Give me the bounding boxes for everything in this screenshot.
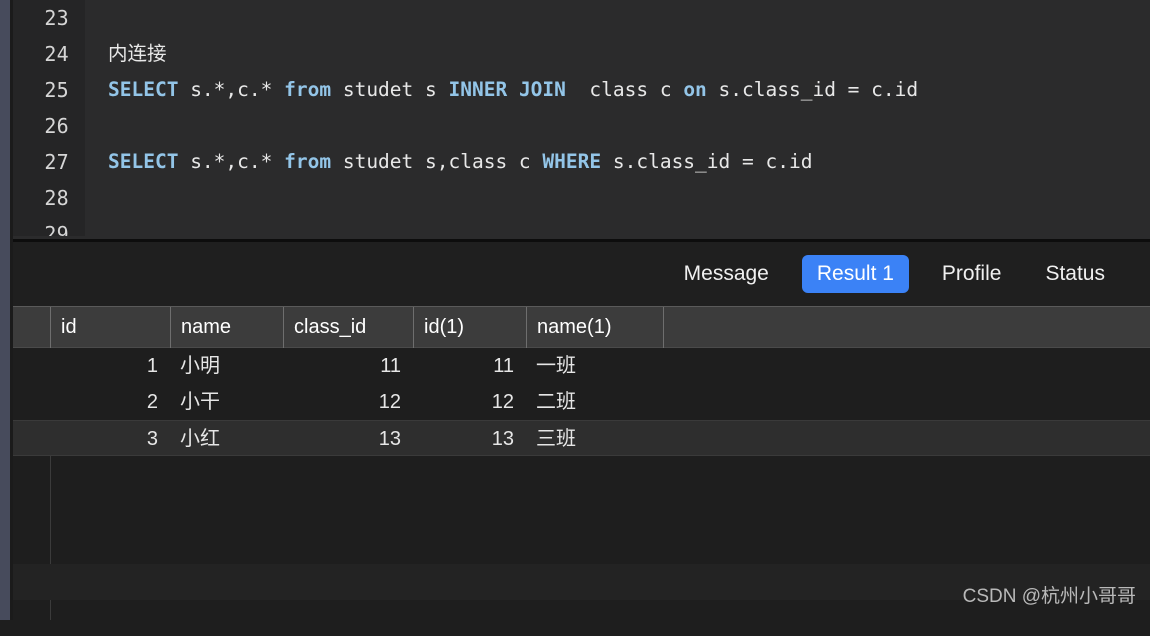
line-number: 25 [44,78,69,102]
result-grid[interactable]: id name class_id id(1) name(1) 1 小明 11 11 一班 2 小干 1… [13,306,1150,620]
code-line[interactable]: 25 SELECT s.*,c.* from studet s INNER JOI… [13,72,1150,108]
tab-result-1[interactable]: Result 1 [801,255,909,293]
table-cell[interactable]: 一班 [526,348,663,384]
table-cell[interactable]: 三班 [526,421,663,457]
code-line[interactable]: 27 SELECT s.*,c.* from studet s,class c W… [13,144,1150,180]
line-number: 23 [44,6,69,30]
table-row[interactable]: 3 小红 13 13 三班 [13,420,1150,456]
sql-keyword: WHERE [542,150,602,173]
editor-results-splitter[interactable] [10,239,1150,242]
sql-keyword: INNER JOIN [448,78,566,101]
csdn-watermark: CSDN @杭州小哥哥 [962,586,1136,607]
line-number: 24 [44,42,69,66]
column-header-class_id[interactable]: class_id [283,307,413,348]
code-lines-container: 23 24 内连接 25 SELECT s.*,c.* from studet s IN… [13,0,1150,240]
column-header-filler [663,307,1150,348]
code-line[interactable]: 28 [13,180,1150,216]
sql-text: studet s,class c [331,150,543,173]
results-panel: Message Result 1 Profile Status id name class… [13,242,1150,620]
table-cell[interactable]: 小干 [170,384,283,420]
row-number-cell[interactable] [13,384,50,420]
column-header-name1[interactable]: name(1) [526,307,663,348]
row-number-cell[interactable] [13,421,50,457]
column-header-name[interactable]: name [170,307,283,348]
sql-keyword: SELECT [108,150,179,173]
column-header-id[interactable]: id [50,307,170,348]
result-grid-header: id name class_id id(1) name(1) [13,306,1150,348]
code-line[interactable]: 26 [13,108,1150,144]
code-line[interactable]: 23 [13,0,1150,36]
code-line[interactable]: 24 内连接 [13,36,1150,72]
table-cell[interactable]: 12 [413,384,526,420]
table-cell[interactable]: 小红 [170,421,283,457]
code-text: SELECT s.*,c.* from studet s INNER JOIN … [108,72,918,108]
results-tab-bar: Message Result 1 Profile Status [13,242,1150,306]
table-cell[interactable]: 2 [50,384,170,420]
empty-row [13,528,1150,564]
sql-keyword: from [284,78,332,101]
result-grid-body[interactable]: 1 小明 11 11 一班 2 小干 12 12 二班 3 小红 13 13 三班 [13,348,1150,620]
window-left-scrollbar[interactable] [0,0,10,620]
row-number-cell[interactable] [13,348,50,384]
sql-text: s.class_id = c.id [601,150,813,173]
window-left-edge [10,0,13,620]
code-text: 内连接 [108,36,167,72]
table-row[interactable]: 2 小干 12 12 二班 [13,384,1150,420]
table-cell[interactable]: 11 [413,348,526,384]
sql-text: studet s [331,78,449,101]
sql-client-window: 23 24 内连接 25 SELECT s.*,c.* from studet s IN… [0,0,1150,620]
table-cell[interactable]: 13 [413,421,526,457]
sql-text: s.class_id = c.id [706,78,919,101]
table-row[interactable]: 1 小明 11 11 一班 [13,348,1150,384]
sql-text: class c [565,78,684,101]
tab-status[interactable]: Status [1034,255,1116,293]
table-cell[interactable]: 12 [283,384,413,420]
sql-text: s.*,c.* [178,150,285,173]
table-cell[interactable]: 小明 [170,348,283,384]
sql-keyword: on [683,78,707,101]
table-cell[interactable]: 11 [283,348,413,384]
code-text: SELECT s.*,c.* from studet s,class c WHE… [108,144,812,180]
column-header-id1[interactable]: id(1) [413,307,526,348]
empty-row [13,492,1150,528]
sql-keyword: from [284,150,332,173]
sql-text: s.*,c.* [178,78,285,101]
line-number: 26 [44,114,69,138]
table-cell[interactable]: 二班 [526,384,663,420]
row-number-header [13,307,50,348]
tab-message[interactable]: Message [673,255,780,293]
table-cell[interactable]: 13 [283,421,413,457]
sql-code-editor[interactable]: 23 24 内连接 25 SELECT s.*,c.* from studet s IN… [13,0,1150,240]
line-number: 28 [44,186,69,210]
table-cell[interactable]: 3 [50,421,170,457]
table-cell[interactable]: 1 [50,348,170,384]
sql-text: 内连接 [108,42,167,65]
tab-profile[interactable]: Profile [931,255,1013,293]
sql-keyword: SELECT [108,78,179,101]
line-number: 27 [44,150,69,174]
